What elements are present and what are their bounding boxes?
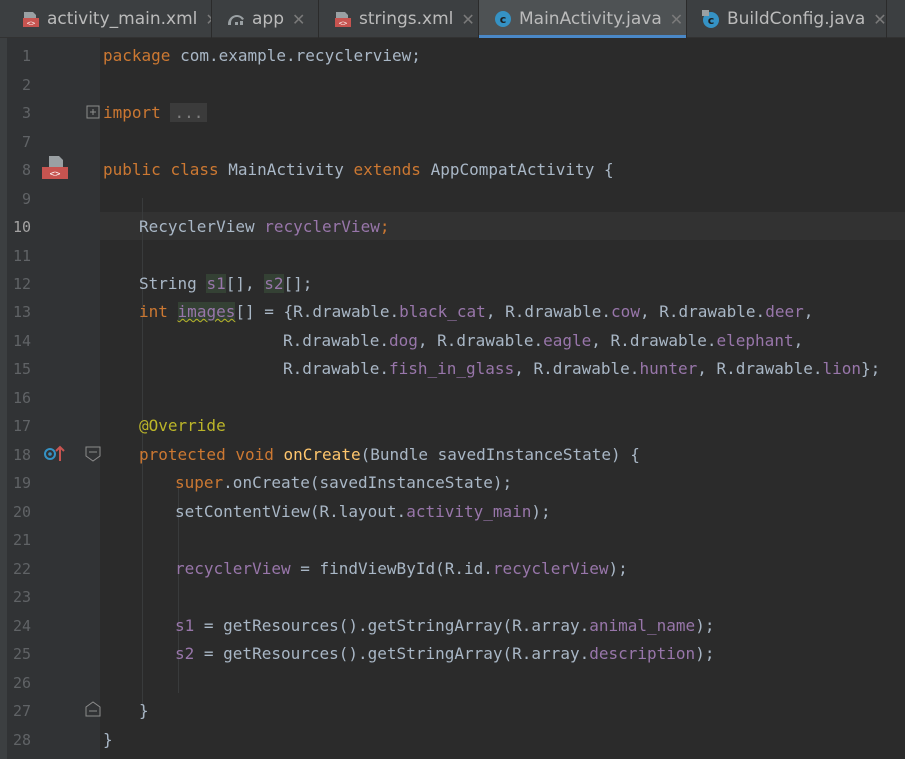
code-line-27: } [139, 701, 149, 720]
editor-gutter: 1 2 3 7 8 9 10 11 12 13 14 15 16 17 18 1… [7, 38, 101, 759]
line-number: 13 [12, 303, 31, 321]
android-gradle-icon [228, 15, 244, 25]
tab-strings-xml[interactable]: <> strings.xml ✕ [319, 0, 479, 38]
code-line-12: String s1[], s2[]; [139, 274, 313, 293]
line-number: 3 [21, 104, 31, 122]
project-panel-edge [0, 0, 7, 759]
tab-main-activity-java[interactable]: c MainActivity.java ✕ [479, 0, 687, 38]
code-line-18: protected void onCreate(Bundle savedInst… [139, 445, 640, 464]
close-icon[interactable]: ✕ [205, 10, 211, 29]
close-icon[interactable]: ✕ [292, 10, 305, 29]
layout-xml-icon[interactable]: <> [40, 154, 70, 182]
layout-xml-icon: <> [23, 12, 39, 28]
tab-activity-main-xml[interactable]: <> activity_main.xml ✕ [7, 0, 212, 38]
close-icon[interactable]: ✕ [670, 10, 683, 29]
tab-label: BuildConfig.java [727, 9, 866, 29]
tab-app-gradle[interactable]: app ✕ [212, 0, 319, 38]
tab-label: app [252, 9, 284, 29]
svg-text:<>: <> [27, 20, 35, 28]
tab-label: strings.xml [359, 9, 454, 29]
line-number: 2 [21, 76, 31, 94]
code-line-28: } [103, 730, 113, 749]
line-number: 19 [12, 474, 31, 492]
close-icon[interactable]: ✕ [461, 10, 474, 29]
line-number: 25 [12, 645, 31, 663]
code-line-17: @Override [139, 416, 226, 435]
line-number: 24 [12, 617, 31, 635]
code-line-24: s1 = getResources().getStringArray(R.arr… [175, 616, 715, 635]
values-xml-icon: <> [335, 12, 351, 28]
line-number-current: 10 [12, 218, 31, 236]
code-line-19: super.onCreate(savedInstanceState); [175, 473, 513, 492]
code-line-8: public class MainActivity extends AppCom… [103, 160, 614, 179]
tab-label: MainActivity.java [519, 9, 662, 29]
code-line-14: R.drawable.dog, R.drawable.eagle, R.draw… [283, 331, 804, 350]
folded-imports[interactable]: ... [170, 103, 208, 122]
svg-text:<>: <> [339, 20, 347, 28]
line-number: 8 [21, 161, 31, 179]
code-line-13: int images[] = {R.drawable.black_cat, R.… [139, 302, 814, 321]
line-number: 1 [21, 47, 31, 65]
close-icon[interactable]: ✕ [873, 10, 886, 29]
code-line-22: recyclerView = findViewById(R.id.recycle… [175, 559, 628, 578]
code-line-1: package com.example.recyclerview; [103, 46, 421, 65]
tab-build-config-java[interactable]: c BuildConfig.java ✕ [687, 0, 887, 38]
line-number: 21 [12, 531, 31, 549]
code-line-3: import ... [103, 102, 208, 124]
code-line-15: R.drawable.fish_in_glass, R.drawable.hun… [283, 359, 881, 378]
line-number: 26 [12, 674, 31, 692]
line-number: 11 [12, 247, 31, 265]
svg-text:<>: <> [50, 170, 61, 180]
code-editor[interactable]: package com.example.recyclerview; import… [100, 38, 905, 759]
svg-text:c: c [500, 13, 507, 26]
editor-tab-bar: <> activity_main.xml ✕ app ✕ <> strings.… [0, 0, 905, 38]
line-number: 20 [12, 503, 31, 521]
java-class-locked-icon: c [702, 10, 719, 28]
indent-guide [142, 338, 143, 383]
line-number: 12 [12, 275, 31, 293]
line-number: 27 [12, 702, 31, 720]
line-number: 22 [12, 560, 31, 578]
line-number: 16 [12, 389, 31, 407]
code-line-20: setContentView(R.layout.activity_main); [175, 502, 551, 521]
line-number: 17 [12, 417, 31, 435]
java-class-icon: c [495, 11, 511, 27]
line-number: 28 [12, 731, 31, 749]
line-number: 15 [12, 360, 31, 378]
code-line-25: s2 = getResources().getStringArray(R.arr… [175, 644, 715, 663]
fold-expand-icon[interactable] [86, 105, 100, 119]
line-number: 18 [12, 446, 31, 464]
line-number: 23 [12, 588, 31, 606]
code-line-10: RecyclerView recyclerView; [139, 217, 390, 236]
tab-label: activity_main.xml [47, 9, 198, 29]
line-number: 9 [21, 190, 31, 208]
line-number: 7 [21, 133, 31, 151]
line-number: 14 [12, 332, 31, 350]
override-method-icon[interactable] [42, 443, 66, 463]
